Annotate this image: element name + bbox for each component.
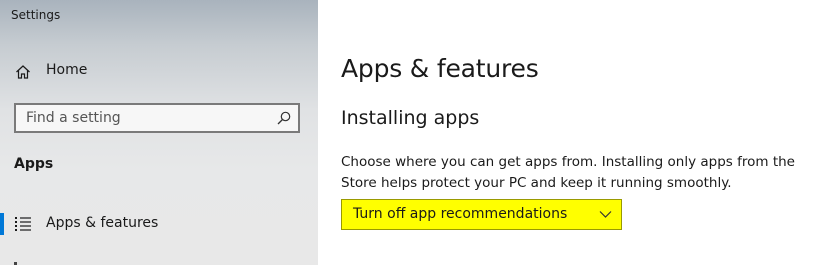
sidebar-section-label: Apps	[14, 156, 54, 172]
sidebar: Settings Home Apps Apps & features	[0, 0, 318, 265]
sidebar-item-apps-features[interactable]: Apps & features	[0, 206, 318, 242]
dropdown-selected-value: Turn off app recommendations	[353, 206, 568, 222]
home-icon	[16, 65, 30, 79]
app-source-dropdown[interactable]: Turn off app recommendations	[341, 199, 622, 230]
search-input[interactable]	[16, 105, 276, 131]
chevron-down-icon	[599, 211, 612, 218]
home-label: Home	[46, 62, 88, 78]
window-title: Settings	[11, 8, 61, 22]
sidebar-item-label: Apps & features	[46, 215, 159, 231]
home-nav-item[interactable]: Home	[0, 56, 318, 88]
section-description: Choose where you can get apps from. Inst…	[341, 154, 795, 191]
page-title: Apps & features	[341, 54, 539, 83]
selection-indicator	[0, 213, 4, 235]
search-icon[interactable]	[277, 111, 291, 125]
apps-features-icon	[15, 217, 31, 231]
section-heading: Installing apps	[341, 107, 480, 129]
search-box[interactable]	[14, 103, 300, 133]
